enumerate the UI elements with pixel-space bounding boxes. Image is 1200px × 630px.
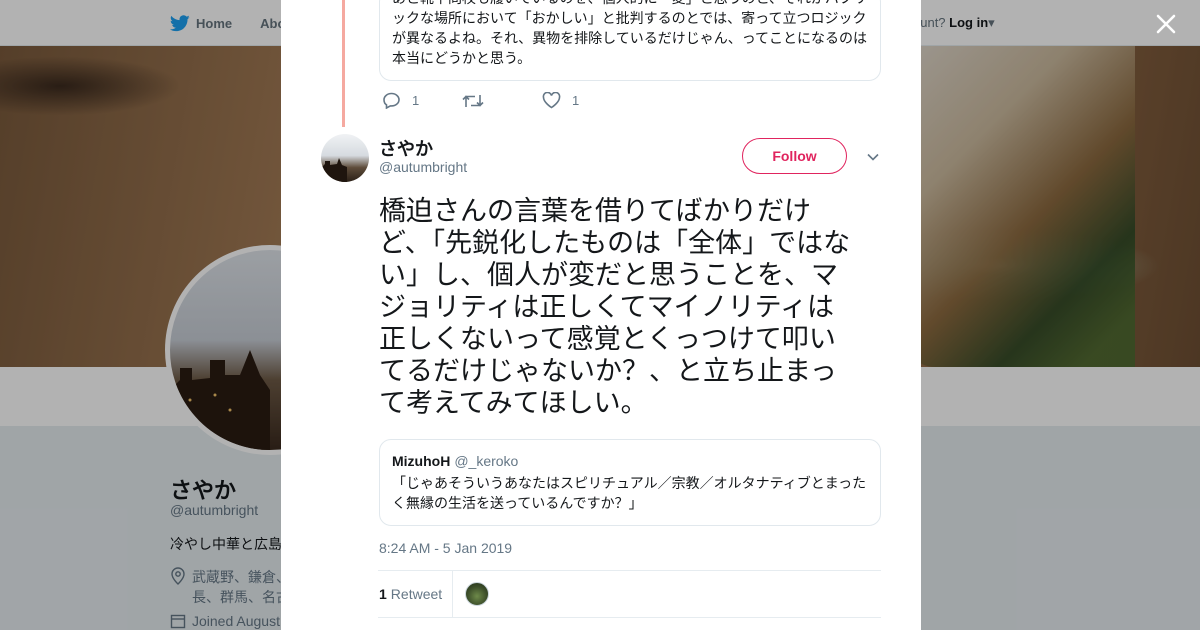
like-count: 1 xyxy=(572,93,580,108)
previous-tweet-actions: 1 1 xyxy=(382,92,622,109)
heart-icon xyxy=(542,92,561,109)
like-action[interactable]: 1 xyxy=(542,92,622,109)
reply-action[interactable]: 1 xyxy=(382,92,462,109)
quoted-tweet-text: 「じゃあそういうあなたはスピリチュアル／宗教／オルタナティブとまったく無縁の生活… xyxy=(392,475,867,511)
close-modal-button[interactable] xyxy=(1152,10,1180,38)
previous-tweet-quote[interactable]: あと靴下問校も履いているのを、個人的に「変」と思うのと、それがパブリックな場所に… xyxy=(379,0,881,81)
reply-count: 1 xyxy=(412,93,420,108)
reply-icon xyxy=(383,92,400,109)
follow-button[interactable]: Follow xyxy=(742,138,847,174)
quoted-tweet-author-name: MizuhoH xyxy=(392,453,451,469)
retweet-stat-count: 1 xyxy=(379,586,387,602)
tweet-text: 橋迫さんの言葉を借りてばかりだけど、「先鋭化したものは「全体」ではない」し、個人… xyxy=(379,196,851,418)
tweet-stats: 1 Retweet xyxy=(378,570,881,618)
retweet-action[interactable] xyxy=(462,93,542,109)
tweet-timestamp[interactable]: 8:24 AM - 5 Jan 2019 xyxy=(379,540,512,556)
close-icon xyxy=(1156,14,1176,34)
retweet-stat[interactable]: 1 Retweet xyxy=(378,571,454,617)
avatar-building-silhouette-small xyxy=(321,158,347,182)
thread-connector-line xyxy=(342,0,345,127)
quoted-tweet[interactable]: MizuhoH @_keroko 「じゃあそういうあなたはスピリチュアル／宗教／オ… xyxy=(379,439,881,526)
chevron-down-icon[interactable] xyxy=(866,150,880,164)
tweet-author-handle[interactable]: @autumbright xyxy=(379,159,467,175)
quoted-tweet-author-handle: @_keroko xyxy=(454,453,519,469)
retweet-icon xyxy=(462,94,484,107)
tweet-author-name[interactable]: さやか xyxy=(379,135,433,161)
retweeter-avatar[interactable] xyxy=(465,582,490,606)
quoted-tweet-header: MizuhoH @_keroko xyxy=(392,453,868,469)
retweet-stat-label: Retweet xyxy=(390,586,443,602)
tweet-author-avatar[interactable] xyxy=(321,134,369,182)
tweet-modal: あと靴下問校も履いているのを、個人的に「変」と思うのと、それがパブリックな場所に… xyxy=(281,0,921,630)
previous-tweet-quote-text: あと靴下問校も履いているのを、個人的に「変」と思うのと、それがパブリックな場所に… xyxy=(392,0,868,66)
